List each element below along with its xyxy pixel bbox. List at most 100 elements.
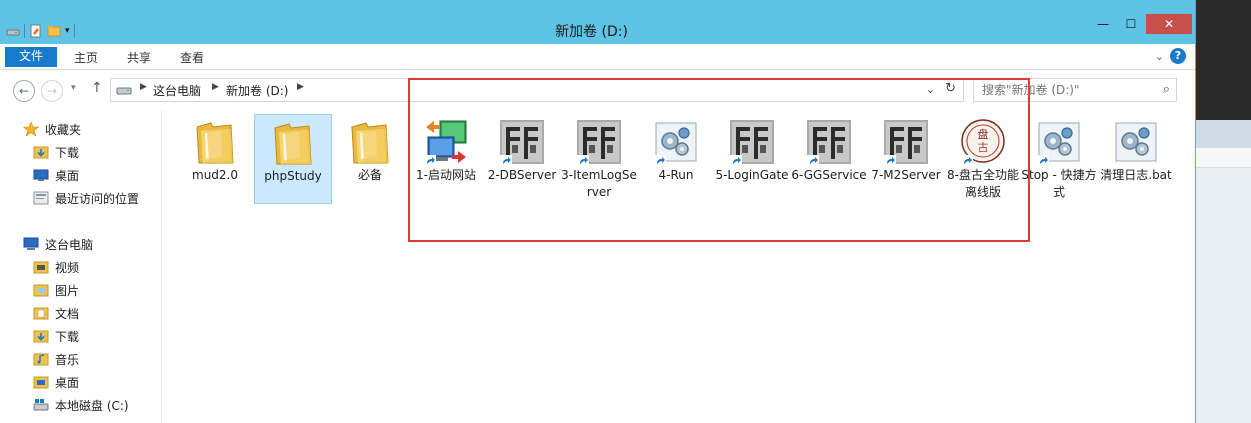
close-button[interactable]: ✕ <box>1146 14 1192 34</box>
file-item[interactable]: 盘古 8-盘古全功能离线版 <box>944 114 1022 204</box>
videos-folder-icon <box>33 261 49 274</box>
nav-pc-documents[interactable]: 文档 <box>33 303 79 323</box>
folder-icon <box>269 118 317 168</box>
breadcrumb-separator-icon[interactable]: ▶ <box>140 82 147 92</box>
dragon-app-icon <box>575 117 623 167</box>
breadcrumb-separator-icon[interactable]: ▶ <box>212 82 219 92</box>
nav-pc-music[interactable]: 音乐 <box>33 349 79 369</box>
tab-view[interactable]: 查看 <box>180 49 204 69</box>
nav-pc-drive-c-label: 本地磁盘 (C:) <box>55 398 129 413</box>
file-item-label: Stop - 快捷方式 <box>1021 168 1097 199</box>
this-pc-icon <box>23 237 39 250</box>
shortcut-arrow-icon <box>424 155 436 167</box>
desktop-icon <box>33 169 49 181</box>
folder-icon <box>346 117 394 167</box>
file-item[interactable]: 清理日志.bat <box>1097 114 1175 204</box>
file-item[interactable]: 6-GGService <box>790 114 868 204</box>
network-computer-icon <box>422 117 470 167</box>
nav-fav-downloads[interactable]: 下载 <box>33 142 79 162</box>
svg-text:盘: 盘 <box>978 127 989 141</box>
search-box[interactable]: ⌕ <box>973 78 1177 102</box>
search-input[interactable] <box>974 79 1144 101</box>
background-bar <box>1196 120 1251 148</box>
address-row: ← → ▾ ↑ ▶ 这台电脑 ▶ 新加卷 (D:) ▶ ⌄ ↻ ⌕ <box>0 71 1195 109</box>
forward-button[interactable]: → <box>41 80 63 102</box>
file-item[interactable]: 1-启动网站 <box>407 114 485 204</box>
nav-fav-desktop[interactable]: 桌面 <box>33 165 79 185</box>
explorer-window: ▾ 新加卷 (D:) — ☐ ✕ 文件 主页 共享 查看 ⌄ ? ← → ▾ ↑… <box>0 0 1196 423</box>
svg-text:古: 古 <box>978 141 989 154</box>
file-item[interactable]: 3-ItemLogServer <box>560 114 638 204</box>
file-item[interactable]: 2-DBServer <box>483 114 561 204</box>
file-item[interactable]: 7-M2Server <box>867 114 945 204</box>
breadcrumb-separator-icon[interactable]: ▶ <box>297 82 304 92</box>
search-icon[interactable]: ⌕ <box>1163 82 1170 97</box>
shortcut-arrow-icon <box>1037 155 1049 167</box>
shortcut-arrow-icon <box>884 155 896 167</box>
recent-locations-icon[interactable]: ▾ <box>71 83 76 93</box>
nav-pc-videos[interactable]: 视频 <box>33 257 79 277</box>
windows-drive-icon <box>33 399 49 411</box>
star-icon <box>23 122 39 136</box>
dragon-app-icon <box>728 117 776 167</box>
file-item[interactable]: 5-LoginGate <box>713 114 791 204</box>
up-arrow-icon[interactable]: ↑ <box>91 80 103 96</box>
nav-fav-recent-label: 最近访问的位置 <box>55 191 140 206</box>
file-item-label: 7-M2Server <box>871 168 941 182</box>
nav-pc-desktop[interactable]: 桌面 <box>33 372 79 392</box>
pictures-folder-icon <box>33 284 49 297</box>
navigation-pane: 收藏夹 下载 桌面 最近访问的位置 这台电脑 视频 图片 文档 下载 音乐 桌面… <box>0 110 162 423</box>
file-item[interactable]: 4-Run <box>637 114 715 204</box>
breadcrumb-drive-d[interactable]: 新加卷 (D:) <box>226 82 288 99</box>
expand-ribbon-icon[interactable]: ⌄ <box>1155 50 1164 63</box>
file-item-label: 必备 <box>357 168 382 182</box>
nav-pc-downloads-label: 下载 <box>55 329 80 344</box>
ribbon-right: ⌄ ? <box>1155 48 1186 64</box>
file-list: mud2.0 phpStudy 必备 1-启动网站 2-DBServer 3-ItemLo… <box>163 110 1195 423</box>
nav-this-pc-label: 这台电脑 <box>45 237 94 252</box>
gear-icon <box>1112 117 1160 167</box>
tab-home[interactable]: 主页 <box>74 49 98 69</box>
nav-pc-documents-label: 文档 <box>55 306 80 321</box>
file-item-label: 2-DBServer <box>487 168 557 182</box>
nav-pc-videos-label: 视频 <box>55 260 80 275</box>
nav-fav-downloads-label: 下载 <box>55 145 80 160</box>
dragon-app-icon <box>498 117 546 167</box>
nav-fav-recent[interactable]: 最近访问的位置 <box>33 188 139 208</box>
background-bar-2 <box>1196 148 1251 168</box>
file-item[interactable]: 必备 <box>331 114 409 204</box>
breadcrumb-this-pc[interactable]: 这台电脑 <box>153 82 201 99</box>
file-item[interactable]: mud2.0 <box>176 114 254 204</box>
nav-this-pc[interactable]: 这台电脑 <box>23 234 93 254</box>
file-item-label: 4-Run <box>658 168 694 182</box>
file-item-label: 8-盘古全功能离线版 <box>947 168 1019 199</box>
tab-file[interactable]: 文件 <box>5 47 57 67</box>
nav-pc-drive-c[interactable]: 本地磁盘 (C:) <box>33 395 129 415</box>
address-bar[interactable]: ▶ 这台电脑 ▶ 新加卷 (D:) ▶ ⌄ ↻ <box>110 78 964 102</box>
dragon-app-icon <box>805 117 853 167</box>
pangu-app-icon: 盘古 <box>959 117 1007 167</box>
help-icon[interactable]: ? <box>1170 48 1186 64</box>
downloads-folder-icon <box>33 146 49 159</box>
nav-pc-downloads[interactable]: 下载 <box>33 326 79 346</box>
computer-drive-icon <box>116 87 132 95</box>
ribbon-tabs: 文件 主页 共享 查看 ⌄ ? <box>0 44 1195 70</box>
address-dropdown-icon[interactable]: ⌄ <box>926 83 935 96</box>
nav-favorites[interactable]: 收藏夹 <box>23 119 81 139</box>
minimize-button[interactable]: — <box>1090 14 1116 34</box>
tab-share[interactable]: 共享 <box>127 49 151 69</box>
shortcut-arrow-icon <box>961 155 973 167</box>
shortcut-arrow-icon <box>577 155 589 167</box>
back-button[interactable]: ← <box>13 80 35 102</box>
dragon-app-icon <box>882 117 930 167</box>
nav-pc-pictures[interactable]: 图片 <box>33 280 79 300</box>
file-item-label: 6-GGService <box>791 168 867 182</box>
file-item-label: 3-ItemLogServer <box>561 168 637 199</box>
file-item[interactable]: phpStudy <box>254 114 332 204</box>
window-title: 新加卷 (D:) <box>555 24 628 40</box>
file-item[interactable]: Stop - 快捷方式 <box>1020 114 1098 204</box>
window-controls: — ☐ ✕ <box>1090 14 1192 34</box>
shortcut-arrow-icon <box>807 155 819 167</box>
maximize-button[interactable]: ☐ <box>1118 14 1144 34</box>
refresh-icon[interactable]: ↻ <box>945 81 956 96</box>
